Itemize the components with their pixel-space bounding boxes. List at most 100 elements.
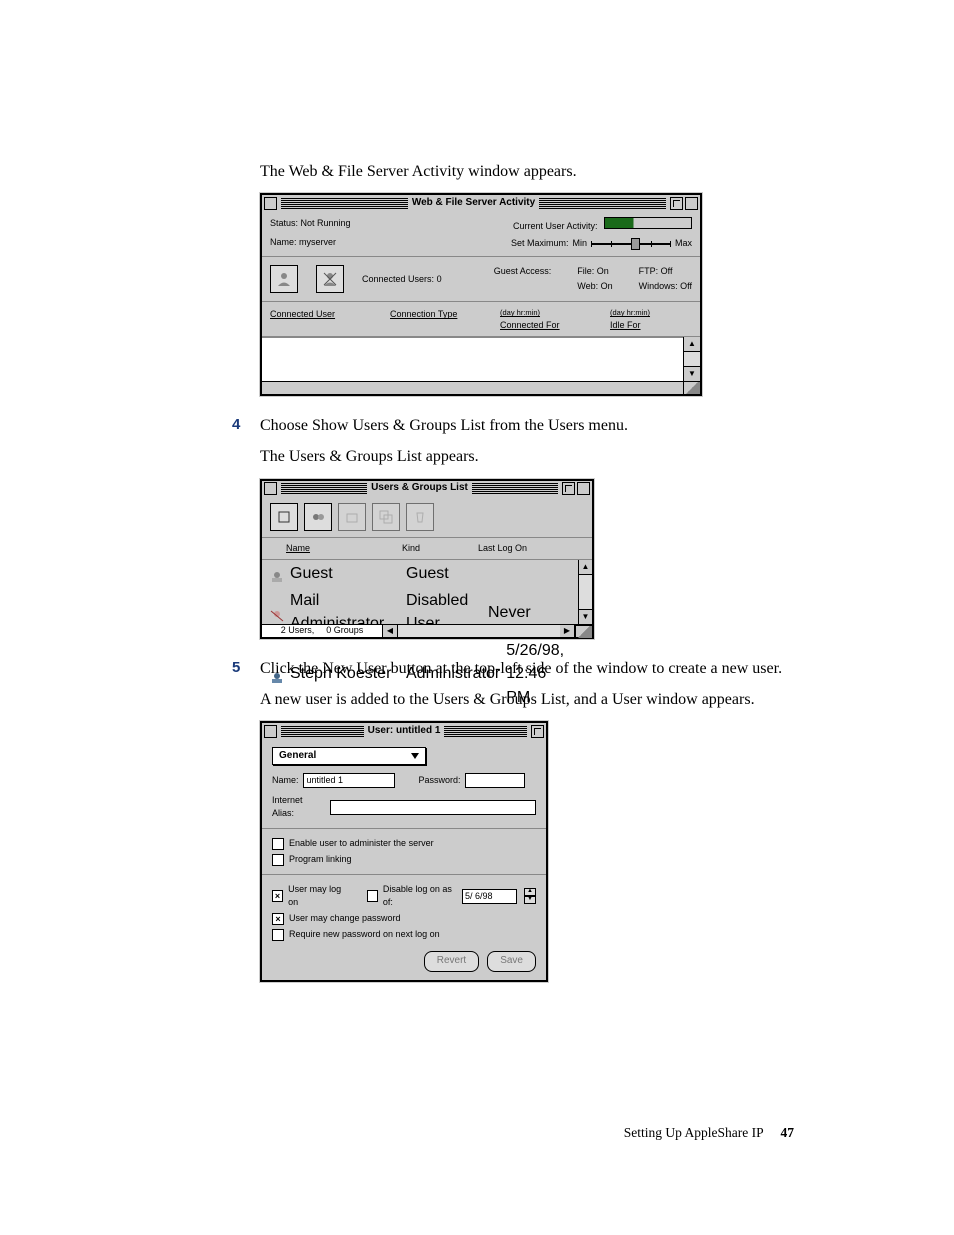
scroll-right-icon[interactable]: ▶ (560, 625, 575, 637)
scroll-up-icon[interactable]: ▲ (684, 337, 700, 352)
enable-admin-checkbox[interactable] (272, 838, 284, 850)
status-value: Not Running (301, 218, 351, 228)
password-label: Password: (419, 774, 461, 787)
scroll-down-icon[interactable]: ▼ (684, 366, 700, 381)
name-field[interactable]: untitled 1 (303, 773, 395, 788)
new-group-icon (311, 510, 325, 524)
close-box-icon[interactable] (264, 197, 277, 210)
titlebar: Web & File Server Activity (262, 195, 700, 211)
v-scrollbar[interactable]: ▲ ▼ (578, 560, 592, 624)
close-box-icon[interactable] (264, 725, 277, 738)
step-5-followup: A new user is added to the Users & Group… (260, 688, 794, 711)
ftp-value: Off (661, 266, 673, 276)
step-4-text: Choose Show Users & Groups List from the… (260, 414, 628, 437)
users-groups-list-window: Users & Groups List (260, 479, 594, 639)
scroll-down-icon[interactable]: ▼ (579, 609, 592, 624)
collapse-box-icon[interactable] (577, 482, 590, 495)
v-scrollbar[interactable]: ▲ ▼ (683, 337, 700, 381)
step-5-text: Click the New User button at the top-lef… (260, 657, 782, 680)
disconnect-user-button[interactable] (316, 265, 344, 293)
toolbar (262, 497, 592, 538)
guest-icon (270, 567, 284, 579)
step-up-icon[interactable]: ▲ (524, 888, 536, 896)
new-user-icon (277, 510, 291, 524)
slider-thumb-icon[interactable] (631, 238, 640, 250)
open-button[interactable] (338, 503, 366, 531)
grow-box-icon[interactable] (575, 625, 592, 638)
col-idle-for[interactable]: (day hr:min) Idle For (610, 308, 692, 332)
internet-alias-field[interactable] (330, 800, 536, 815)
grow-box-icon[interactable] (683, 381, 700, 394)
require-new-password-checkbox[interactable] (272, 929, 284, 941)
date-stepper[interactable]: ▲ ▼ (524, 888, 536, 904)
open-icon (345, 510, 359, 524)
person-x-icon (322, 271, 338, 287)
step-5-number: 5 (232, 657, 260, 680)
web-label: Web: (577, 281, 598, 291)
name-value: myserver (299, 237, 336, 247)
chevron-down-icon (411, 753, 419, 759)
program-linking-checkbox[interactable] (272, 854, 284, 866)
collapse-box-icon[interactable] (685, 197, 698, 210)
col-connected-for[interactable]: (day hr:min) Connected For (500, 308, 610, 332)
intro-text: The Web & File Server Activity window ap… (260, 160, 794, 183)
step-4-number: 4 (232, 414, 260, 437)
disable-log-on-checkbox[interactable] (367, 890, 378, 902)
activity-bar (604, 217, 692, 229)
user-window: User: untitled 1 General Name: untitled … (260, 721, 548, 982)
zoom-box-icon[interactable] (562, 482, 575, 495)
save-button[interactable]: Save (487, 951, 536, 972)
internet-alias-label: Internet Alias: (272, 794, 326, 820)
col-connected-user[interactable]: Connected User (270, 308, 390, 332)
new-group-button[interactable] (304, 503, 332, 531)
name-label: Name: (272, 774, 299, 787)
user-may-log-on-checkbox[interactable] (272, 890, 283, 902)
step-4-followup: The Users & Groups List appears. (260, 445, 794, 468)
windows-value: Off (680, 281, 692, 291)
col-kind[interactable]: Kind (402, 542, 478, 555)
duplicate-button[interactable] (372, 503, 400, 531)
popup-label: General (279, 749, 316, 764)
name-label: Name: (270, 236, 297, 249)
collapse-box-icon[interactable] (531, 725, 544, 738)
window-title: Users & Groups List (371, 481, 468, 496)
window-title: Web & File Server Activity (412, 196, 535, 211)
new-user-button[interactable] (270, 503, 298, 531)
revert-button[interactable]: Revert (424, 951, 479, 972)
message-user-button[interactable] (270, 265, 298, 293)
scroll-up-icon[interactable]: ▲ (579, 560, 592, 575)
page-number: 47 (781, 1125, 795, 1140)
section-popup[interactable]: General (272, 747, 426, 765)
page-footer: Setting Up AppleShare IP 47 (624, 1125, 794, 1141)
trash-icon (413, 510, 427, 524)
connection-list (262, 337, 683, 381)
connected-users-label: Connected Users: (362, 274, 434, 284)
change-password-checkbox[interactable] (272, 913, 284, 925)
close-box-icon[interactable] (264, 482, 277, 495)
footer-text: Setting Up AppleShare IP (624, 1125, 763, 1140)
slider-max-label: Max (675, 237, 692, 250)
status-bar: 2 Users, 0 Groups (262, 625, 383, 637)
user-may-log-on-label: User may log on (288, 883, 348, 909)
col-connection-type[interactable]: Connection Type (390, 308, 500, 332)
enable-admin-label: Enable user to administer the server (289, 837, 434, 850)
current-activity-label: Current User Activity: (513, 221, 598, 231)
require-new-password-label: Require new password on next log on (289, 928, 440, 941)
file-value: On (597, 266, 609, 276)
disabled-user-icon (270, 606, 284, 618)
delete-button[interactable] (406, 503, 434, 531)
max-slider[interactable] (591, 240, 671, 248)
zoom-box-icon[interactable] (670, 197, 683, 210)
col-last-log-on[interactable]: Last Log On (478, 542, 582, 555)
list-item[interactable]: Guest Guest (262, 560, 578, 587)
set-max-label: Set Maximum: (511, 237, 569, 250)
step-down-icon[interactable]: ▼ (524, 896, 536, 904)
file-label: File: (577, 266, 594, 276)
disable-date-field[interactable]: 5/ 6/98 (462, 889, 517, 904)
guest-access-label: Guest Access: (494, 265, 552, 278)
password-field[interactable] (465, 773, 525, 788)
col-name[interactable]: Name (272, 542, 402, 555)
h-scrollbar[interactable] (398, 625, 560, 637)
web-value: On (601, 281, 613, 291)
scroll-left-icon[interactable]: ◀ (383, 625, 398, 637)
